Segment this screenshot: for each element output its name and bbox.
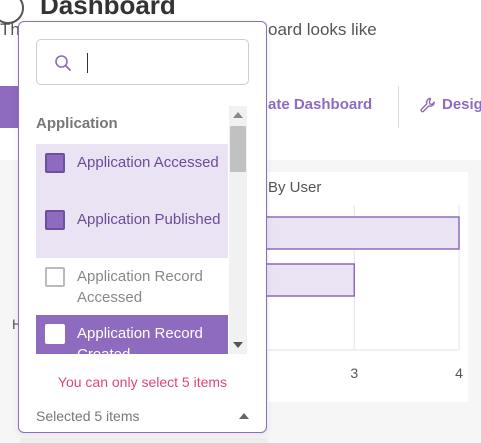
option-label: Application Published	[77, 211, 221, 228]
create-dashboard-label: ate Dashboard	[268, 96, 373, 113]
options-scrollbar[interactable]	[229, 106, 247, 354]
dropdown-toggle[interactable]: Selected 5 items	[19, 400, 266, 433]
page-title: Dashboard	[40, 0, 176, 20]
design-button[interactable]: Desig	[420, 96, 481, 113]
option-item[interactable]: Application Record Accessed	[36, 258, 228, 315]
page-description-end: oard looks like	[268, 20, 377, 39]
search-input[interactable]	[83, 50, 233, 74]
triangle-up-icon	[233, 112, 243, 118]
group-label-application: Application	[36, 115, 118, 132]
chart-panel	[268, 172, 468, 402]
option-checkbox[interactable]	[45, 324, 65, 344]
triangle-down-icon	[233, 342, 243, 348]
panel-edge	[20, 438, 268, 443]
option-checkbox[interactable]	[45, 153, 65, 173]
search-icon	[55, 55, 71, 71]
search-field[interactable]	[36, 39, 249, 85]
page-description-start: Th	[0, 20, 20, 39]
options-list[interactable]: Application Accessed Application Publishe…	[36, 144, 228, 354]
toolbar-divider	[398, 86, 399, 128]
design-label: Desig	[442, 96, 481, 113]
text-caret	[87, 53, 88, 73]
scroll-thumb[interactable]	[230, 126, 246, 172]
option-item[interactable]: Application Accessed	[36, 144, 228, 201]
selection-limit-message: You can only select 5 items	[57, 374, 228, 390]
chart-title: By User	[268, 179, 322, 196]
option-item[interactable]: Application Record Created	[36, 315, 228, 354]
create-dashboard-button[interactable]: ate Dashboard	[268, 96, 372, 113]
scroll-down-button[interactable]	[229, 336, 247, 354]
option-label: Application Accessed	[77, 154, 219, 171]
scroll-up-button[interactable]	[229, 106, 247, 124]
option-checkbox[interactable]	[45, 267, 65, 287]
caret-up-icon	[239, 413, 249, 419]
wrench-icon	[420, 97, 435, 112]
option-item[interactable]: Application Published	[36, 201, 228, 258]
option-label: Application Record Accessed	[77, 268, 203, 306]
event-multiselect-dropdown: Application Application Accessed Applicat…	[18, 21, 267, 433]
option-label: Application Record Created	[77, 325, 203, 354]
selected-count: Selected 5 items	[36, 408, 140, 424]
option-checkbox[interactable]	[45, 210, 65, 230]
